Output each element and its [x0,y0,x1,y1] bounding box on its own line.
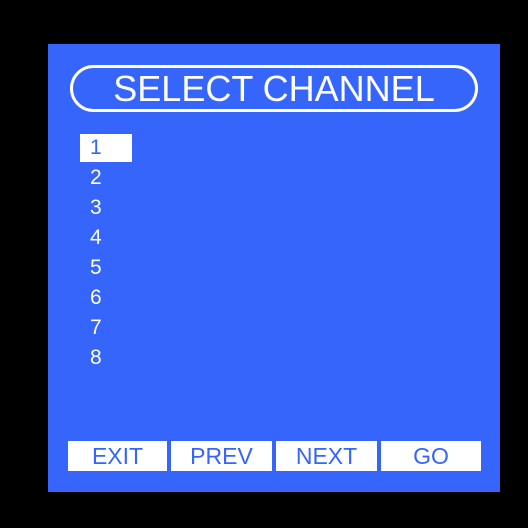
channel-item-5[interactable]: 5 [80,254,132,284]
channel-item-6[interactable]: 6 [80,284,132,314]
softkey-bar: EXIT PREV NEXT GO [68,441,481,471]
channel-item-7[interactable]: 7 [80,314,132,344]
next-button[interactable]: NEXT [276,441,377,471]
channel-item-4[interactable]: 4 [80,224,132,254]
channel-item-8[interactable]: 8 [80,344,132,374]
prev-button[interactable]: PREV [171,441,272,471]
channel-item-3[interactable]: 3 [80,194,132,224]
exit-button[interactable]: EXIT [68,441,167,471]
channel-item-2[interactable]: 2 [80,164,132,194]
channel-list: 1 2 3 4 5 6 7 8 [80,134,132,374]
channel-item-1[interactable]: 1 [80,134,132,162]
page-title: SELECT CHANNEL [70,65,478,112]
channel-select-screen: SELECT CHANNEL 1 2 3 4 5 6 7 8 EXIT PREV… [48,44,500,492]
go-button[interactable]: GO [381,441,481,471]
